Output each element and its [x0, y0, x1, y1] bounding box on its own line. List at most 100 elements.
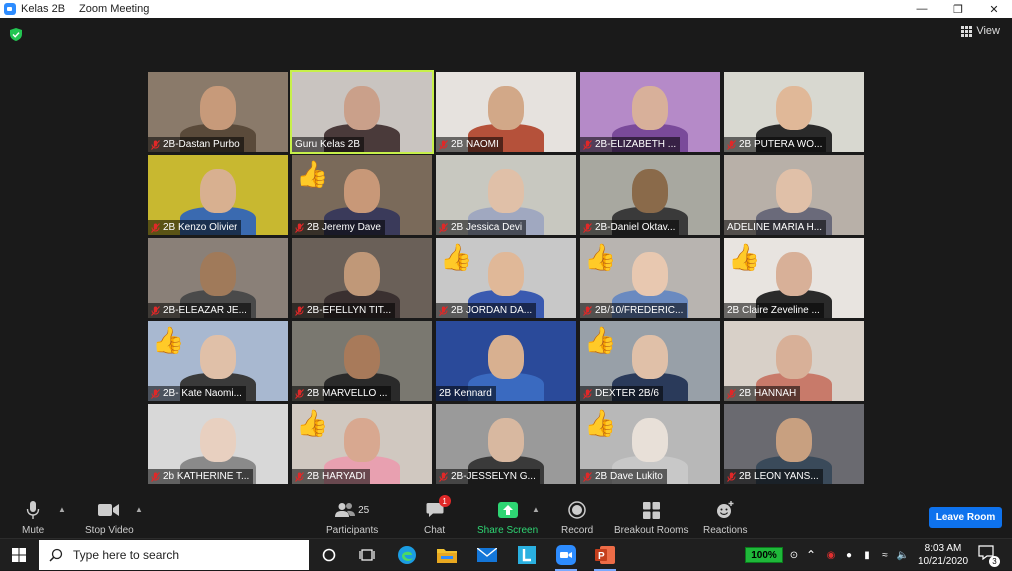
cortana-icon[interactable]	[314, 543, 344, 567]
view-button[interactable]: View	[961, 25, 1000, 37]
muted-microphone-icon	[151, 471, 160, 482]
breakout-rooms-button[interactable]: Breakout Rooms	[614, 499, 688, 536]
participant-video-tile[interactable]: 2B MARVELLO ...	[292, 321, 432, 401]
participant-video-tile[interactable]: 👍 2B HARYADI	[292, 404, 432, 484]
participant-name: 2B JORDAN DA...	[451, 305, 533, 316]
participant-face	[776, 252, 812, 296]
participant-name: 2B- Kate Naomi...	[163, 388, 242, 399]
window-controls: — ❐ ✕	[904, 0, 1012, 18]
participant-video-tile[interactable]: 2b KATHERINE T...	[148, 404, 288, 484]
participant-face	[488, 169, 524, 213]
participant-video-tile[interactable]: 2B Jessica Devi	[436, 155, 576, 235]
participant-video-tile[interactable]: 2B Kenzo Olivier	[148, 155, 288, 235]
video-options-chevron-icon[interactable]: ▲	[135, 505, 143, 514]
participant-name: 2b KATHERINE T...	[163, 471, 250, 482]
participant-face	[776, 335, 812, 379]
volume-icon[interactable]: 🔈	[894, 550, 912, 561]
mic-tray-icon[interactable]: ●	[840, 550, 858, 561]
minimize-icon[interactable]: —	[904, 0, 940, 18]
wifi-icon[interactable]: ≈	[876, 550, 894, 561]
muted-microphone-icon	[295, 222, 304, 233]
share-screen-button[interactable]: Share Screen	[477, 499, 538, 536]
participant-video-tile[interactable]: 2B Kennard	[436, 321, 576, 401]
participant-name-bar: 2b KATHERINE T...	[148, 469, 254, 484]
participant-name: 2B-ELEAZAR JE...	[163, 305, 247, 316]
participant-name: 2B LEON YANS...	[739, 471, 819, 482]
mute-button[interactable]: Mute	[22, 499, 44, 536]
notification-center-icon[interactable]: 3	[978, 545, 1000, 567]
show-hidden-chevron-icon[interactable]: ⌃	[800, 548, 822, 562]
leave-room-button[interactable]: Leave Room	[929, 507, 1002, 528]
participant-video-tile[interactable]: 2B LEON YANS...	[724, 404, 864, 484]
participant-face	[776, 418, 812, 462]
battery-tray-icon[interactable]: ▮	[858, 550, 876, 561]
participant-video-tile[interactable]: 2B-Dastan Purbo	[148, 72, 288, 152]
reactions-label: Reactions	[703, 525, 748, 536]
stop-video-button[interactable]: Stop Video	[85, 499, 134, 536]
share-options-chevron-icon[interactable]: ▲	[532, 505, 540, 514]
svg-text:P: P	[598, 551, 605, 562]
audio-options-chevron-icon[interactable]: ▲	[58, 505, 66, 514]
close-icon[interactable]: ✕	[976, 0, 1012, 18]
participant-video-tile[interactable]: 2B-ELEAZAR JE...	[148, 238, 288, 318]
powerpoint-icon[interactable]: P	[590, 543, 620, 571]
participant-video-tile[interactable]: 👍 2B Jeremy Dave	[292, 155, 432, 235]
meeting-area: View 2B-Dastan Purbo Guru Kelas 2B 2B NAOM…	[0, 18, 1012, 493]
pen-icon[interactable]: ⊙	[788, 550, 800, 561]
participant-video-tile[interactable]: 2B-ELIZABETH ...	[580, 72, 720, 152]
edge-browser-icon[interactable]	[392, 543, 422, 567]
participants-label: Participants	[326, 525, 379, 536]
muted-microphone-icon	[439, 471, 448, 482]
task-view-icon[interactable]	[352, 543, 382, 567]
record-button[interactable]: Record	[561, 499, 593, 536]
start-button[interactable]	[0, 539, 38, 571]
participant-video-tile[interactable]: 👍 2B- Kate Naomi...	[148, 321, 288, 401]
mail-icon[interactable]	[472, 543, 502, 567]
participant-video-tile[interactable]: Guru Kelas 2B	[290, 70, 434, 154]
participant-name-bar: 2B-ELIZABETH ...	[580, 137, 681, 152]
participant-face	[344, 169, 380, 213]
participant-face	[200, 418, 236, 462]
search-placeholder: Type here to search	[73, 548, 180, 562]
encryption-shield-icon[interactable]	[10, 28, 22, 41]
muted-microphone-icon	[727, 471, 736, 482]
restore-icon[interactable]: ❐	[940, 0, 976, 18]
participant-face	[632, 86, 668, 130]
share-screen-label: Share Screen	[477, 525, 539, 536]
muted-microphone-icon	[151, 139, 160, 150]
file-explorer-icon[interactable]	[432, 543, 462, 567]
participant-video-tile[interactable]: 2B-EFELLYN TIT...	[292, 238, 432, 318]
clock-date: 10/21/2020	[917, 556, 969, 567]
participant-video-tile[interactable]: 👍 2B Dave Lukito	[580, 404, 720, 484]
participant-video-tile[interactable]: 👍 2B JORDAN DA...	[436, 238, 576, 318]
launcher-l-icon[interactable]	[512, 543, 542, 567]
reactions-button[interactable]: Reactions	[703, 499, 747, 536]
participant-video-tile[interactable]: 2B HANNAH	[724, 321, 864, 401]
participant-video-tile[interactable]: 2B NAOMI	[436, 72, 576, 152]
participant-face	[632, 335, 668, 379]
participant-video-tile[interactable]: 2B PUTERA WO...	[724, 72, 864, 152]
participant-video-tile[interactable]: 👍 2B Claire Zeveline ...	[724, 238, 864, 318]
microphone-icon	[26, 501, 40, 519]
participant-video-tile[interactable]: 2B-Daniel Oktav...	[580, 155, 720, 235]
participant-name: 2B HANNAH	[739, 388, 797, 399]
participant-face	[776, 169, 812, 213]
participant-video-tile[interactable]: 2B-JESSELYN G...	[436, 404, 576, 484]
windows-logo-icon	[12, 548, 26, 562]
chat-button[interactable]: 1 Chat	[424, 495, 451, 536]
participant-name: DEXTER 2B/6	[595, 388, 659, 399]
participants-button[interactable]: 25 Participants	[326, 499, 378, 536]
mute-label: Mute	[22, 525, 45, 536]
thumbs-up-reaction-icon: 👍	[152, 325, 185, 355]
battery-status[interactable]: 100%	[745, 547, 783, 563]
participant-video-tile[interactable]: 👍 2B/10/FREDERIC...	[580, 238, 720, 318]
participant-name-bar: 2B Jessica Devi	[436, 220, 527, 235]
participant-face	[632, 418, 668, 462]
participant-video-tile[interactable]: ADELINE MARIA H...	[724, 155, 864, 235]
participant-name-bar: 2B JORDAN DA...	[436, 303, 537, 318]
antivirus-icon[interactable]: ◉	[822, 550, 840, 561]
zoom-taskbar-icon[interactable]	[551, 543, 581, 571]
participant-video-tile[interactable]: 👍 DEXTER 2B/6	[580, 321, 720, 401]
taskbar-clock[interactable]: 8:03 AM 10/21/2020	[912, 542, 974, 568]
taskbar-search-input[interactable]: Type here to search	[39, 540, 309, 570]
